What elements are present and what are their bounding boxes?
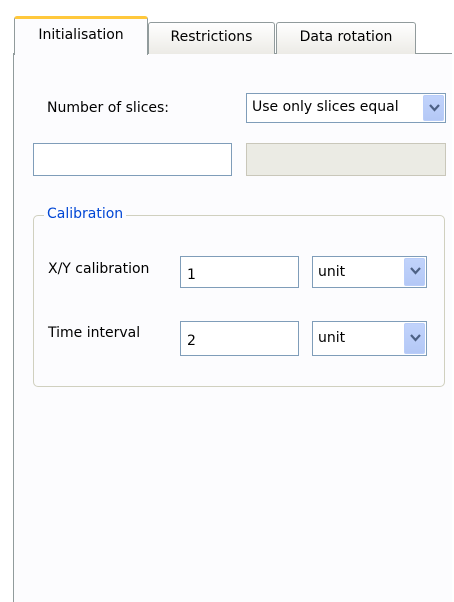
slices-value-input[interactable] <box>33 143 232 176</box>
time-interval-label: Time interval <box>48 325 141 341</box>
chevron-down-icon <box>410 267 421 275</box>
time-interval-input[interactable] <box>180 321 299 356</box>
chevron-down-icon <box>410 334 421 342</box>
tab-initialisation[interactable]: Initialisation <box>14 16 148 55</box>
time-interval-unit-value: unit <box>318 330 346 346</box>
tab-initialisation-label: Initialisation <box>38 27 124 43</box>
calibration-group-title: Calibration <box>44 206 127 222</box>
tab-restrictions-label: Restrictions <box>170 29 253 45</box>
xy-calibration-unit-dropdown[interactable]: unit <box>312 256 427 288</box>
slices-mode-dropdown[interactable]: Use only slices equal <box>246 93 446 123</box>
time-interval-unit-dropdown[interactable]: unit <box>312 321 427 356</box>
xy-calibration-unit-value: unit <box>318 264 346 280</box>
calibration-group <box>33 215 445 387</box>
slices-mode-value: Use only slices equal <box>252 99 399 115</box>
xy-calibration-input[interactable] <box>180 256 299 288</box>
tab-data-rotation[interactable]: Data rotation <box>276 22 416 54</box>
number-of-slices-label: Number of slices: <box>47 100 170 116</box>
time-interval-unit-dropdown-button[interactable] <box>404 323 425 354</box>
tab-restrictions[interactable]: Restrictions <box>148 22 275 54</box>
xy-calibration-label: X/Y calibration <box>48 261 150 277</box>
slices-mode-dropdown-button[interactable] <box>423 95 444 121</box>
tab-data-rotation-label: Data rotation <box>299 29 393 45</box>
initialisation-panel: Initialisation Restrictions Data rotatio… <box>0 0 454 602</box>
xy-calibration-unit-dropdown-button[interactable] <box>404 258 425 286</box>
slices-value-input-disabled <box>246 143 446 176</box>
chevron-down-icon <box>429 104 440 112</box>
